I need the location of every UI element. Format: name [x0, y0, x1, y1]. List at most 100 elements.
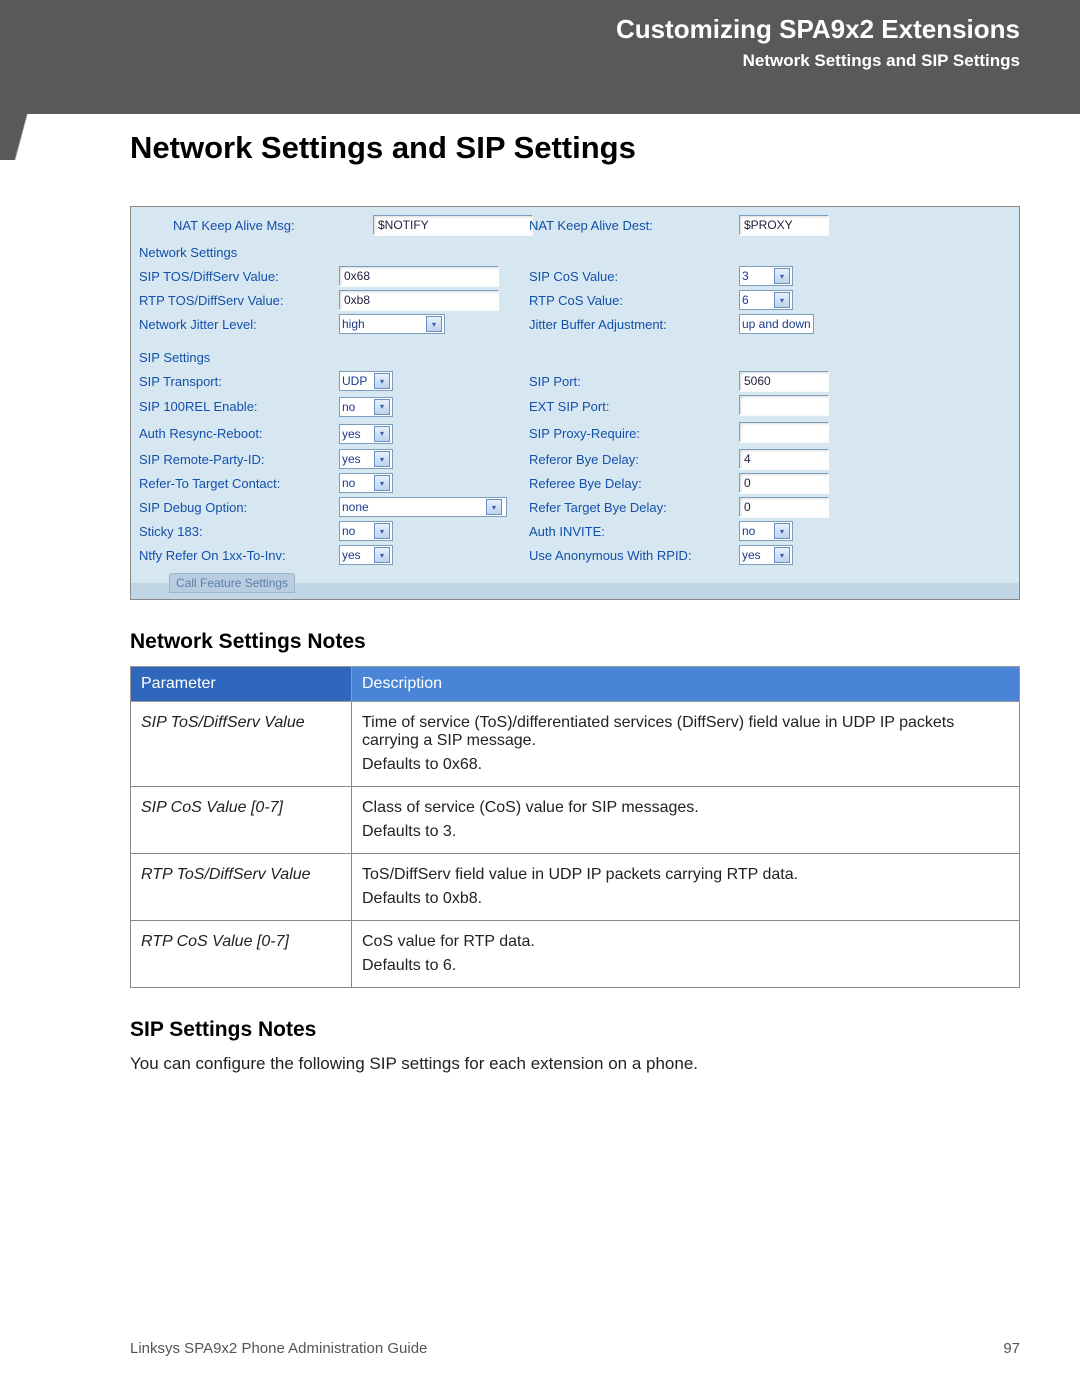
sip-100rel-label: SIP 100REL Enable: — [139, 399, 339, 414]
rtp-tos-input[interactable]: 0xb8 — [339, 290, 499, 310]
desc-line: Defaults to 0xb8. — [362, 890, 1009, 908]
sip-remote-party-select[interactable]: yes▾ — [339, 449, 393, 469]
sip-proxy-require-label: SIP Proxy-Require: — [529, 426, 739, 441]
network-settings-heading: Network Settings — [139, 245, 1011, 260]
jitter-level-label: Network Jitter Level: — [139, 317, 339, 332]
desc-cell: Time of service (ToS)/differentiated ser… — [352, 702, 1020, 787]
auth-resync-label: Auth Resync-Reboot: — [139, 426, 339, 441]
sip-remote-party-label: SIP Remote-Party-ID: — [139, 452, 339, 467]
chevron-down-icon: ▾ — [486, 499, 502, 515]
referee-bye-label: Referee Bye Delay: — [529, 476, 739, 491]
param-cell: SIP ToS/DiffServ Value — [131, 702, 352, 787]
sticky183-select[interactable]: no▾ — [339, 521, 393, 541]
network-notes-table: Parameter Description SIP ToS/DiffServ V… — [130, 666, 1020, 988]
header-subtitle: Network Settings and SIP Settings — [0, 51, 1020, 71]
chevron-down-icon: ▾ — [374, 523, 390, 539]
chevron-down-icon: ▾ — [426, 316, 442, 332]
nat-dest-label: NAT Keep Alive Dest: — [529, 218, 739, 233]
desc-cell: CoS value for RTP data. Defaults to 6. — [352, 921, 1020, 988]
jitter-adjust-select[interactable]: up and down — [739, 314, 814, 334]
ext-sip-port-label: EXT SIP Port: — [529, 399, 739, 414]
referor-bye-input[interactable]: 4 — [739, 449, 829, 469]
chevron-down-icon: ▾ — [774, 523, 790, 539]
sip-100rel-select[interactable]: no▾ — [339, 397, 393, 417]
refer-target-bye-input[interactable]: 0 — [739, 497, 829, 517]
content: Network Settings and SIP Settings NAT Ke… — [130, 130, 1020, 1074]
sip-tos-label: SIP TOS/DiffServ Value: — [139, 269, 339, 284]
sip-debug-select[interactable]: none▾ — [339, 497, 507, 517]
auth-invite-label: Auth INVITE: — [529, 524, 739, 539]
ntfy-refer-label: Ntfy Refer On 1xx-To-Inv: — [139, 548, 339, 563]
sticky183-label: Sticky 183: — [139, 524, 339, 539]
desc-line: Defaults to 3. — [362, 823, 1009, 841]
jitter-adjust-label: Jitter Buffer Adjustment: — [529, 317, 739, 332]
page-footer: Linksys SPA9x2 Phone Administration Guid… — [130, 1340, 1020, 1357]
chevron-down-icon: ▾ — [374, 399, 390, 415]
param-cell: RTP ToS/DiffServ Value — [131, 854, 352, 921]
network-notes-heading: Network Settings Notes — [130, 630, 1020, 654]
chevron-down-icon: ▾ — [774, 547, 790, 563]
sip-proxy-require-input[interactable] — [739, 422, 829, 442]
auth-resync-select[interactable]: yes▾ — [339, 424, 393, 444]
param-cell: RTP CoS Value [0-7] — [131, 921, 352, 988]
use-anon-rpid-select[interactable]: yes▾ — [739, 545, 793, 565]
nat-dest-input[interactable]: $PROXY — [739, 215, 829, 235]
desc-line: ToS/DiffServ field value in UDP IP packe… — [362, 866, 1009, 884]
footer-left: Linksys SPA9x2 Phone Administration Guid… — [130, 1340, 427, 1357]
sip-transport-select[interactable]: UDP▾ — [339, 371, 393, 391]
desc-line: Time of service (ToS)/differentiated ser… — [362, 714, 1009, 750]
table-row: RTP ToS/DiffServ Value ToS/DiffServ fiel… — [131, 854, 1020, 921]
sip-cos-select[interactable]: 3▾ — [739, 266, 793, 286]
table-header-parameter: Parameter — [131, 667, 352, 702]
desc-line: CoS value for RTP data. — [362, 933, 1009, 951]
table-header-description: Description — [352, 667, 1020, 702]
desc-line: Defaults to 6. — [362, 957, 1009, 975]
desc-cell: ToS/DiffServ field value in UDP IP packe… — [352, 854, 1020, 921]
header-slash — [0, 0, 100, 160]
footer-page-number: 97 — [1003, 1340, 1020, 1357]
refer-to-target-select[interactable]: no▾ — [339, 473, 393, 493]
sip-debug-label: SIP Debug Option: — [139, 500, 339, 515]
nat-msg-input[interactable]: $NOTIFY — [373, 215, 533, 235]
nat-msg-label: NAT Keep Alive Msg: — [139, 218, 373, 233]
referee-bye-input[interactable]: 0 — [739, 473, 829, 493]
chevron-down-icon: ▾ — [374, 426, 390, 442]
sip-tos-input[interactable]: 0x68 — [339, 266, 499, 286]
table-row: SIP ToS/DiffServ Value Time of service (… — [131, 702, 1020, 787]
chevron-down-icon: ▾ — [774, 268, 790, 284]
chevron-down-icon: ▾ — [374, 475, 390, 491]
chevron-down-icon: ▾ — [374, 373, 390, 389]
rtp-cos-label: RTP CoS Value: — [529, 293, 739, 308]
desc-cell: Class of service (CoS) value for SIP mes… — [352, 787, 1020, 854]
sip-settings-heading: SIP Settings — [139, 350, 1011, 365]
rtp-tos-label: RTP TOS/DiffServ Value: — [139, 293, 339, 308]
settings-panel: NAT Keep Alive Msg: $NOTIFY NAT Keep Ali… — [130, 206, 1020, 600]
page-header: Customizing SPA9x2 Extensions Network Se… — [0, 0, 1080, 114]
table-row: SIP CoS Value [0-7] Class of service (Co… — [131, 787, 1020, 854]
chevron-down-icon: ▾ — [374, 451, 390, 467]
table-row: RTP CoS Value [0-7] CoS value for RTP da… — [131, 921, 1020, 988]
chevron-down-icon: ▾ — [774, 292, 790, 308]
rtp-cos-select[interactable]: 6▾ — [739, 290, 793, 310]
jitter-level-select[interactable]: high▾ — [339, 314, 445, 334]
desc-line: Class of service (CoS) value for SIP mes… — [362, 799, 1009, 817]
sip-port-label: SIP Port: — [529, 374, 739, 389]
page-title: Network Settings and SIP Settings — [130, 130, 1020, 166]
referor-bye-label: Referor Bye Delay: — [529, 452, 739, 467]
param-cell: SIP CoS Value [0-7] — [131, 787, 352, 854]
use-anon-rpid-label: Use Anonymous With RPID: — [529, 548, 739, 563]
refer-to-target-label: Refer-To Target Contact: — [139, 476, 339, 491]
sip-notes-body: You can configure the following SIP sett… — [130, 1054, 1020, 1074]
chevron-down-icon: ▾ — [374, 547, 390, 563]
desc-line: Defaults to 0x68. — [362, 756, 1009, 774]
refer-target-bye-label: Refer Target Bye Delay: — [529, 500, 739, 515]
sip-cos-label: SIP CoS Value: — [529, 269, 739, 284]
ext-sip-port-input[interactable] — [739, 395, 829, 415]
sip-transport-label: SIP Transport: — [139, 374, 339, 389]
call-feature-tab[interactable]: Call Feature Settings — [169, 573, 295, 593]
sip-port-input[interactable]: 5060 — [739, 371, 829, 391]
ntfy-refer-select[interactable]: yes▾ — [339, 545, 393, 565]
sip-notes-heading: SIP Settings Notes — [130, 1018, 1020, 1042]
auth-invite-select[interactable]: no▾ — [739, 521, 793, 541]
header-title: Customizing SPA9x2 Extensions — [0, 14, 1020, 45]
